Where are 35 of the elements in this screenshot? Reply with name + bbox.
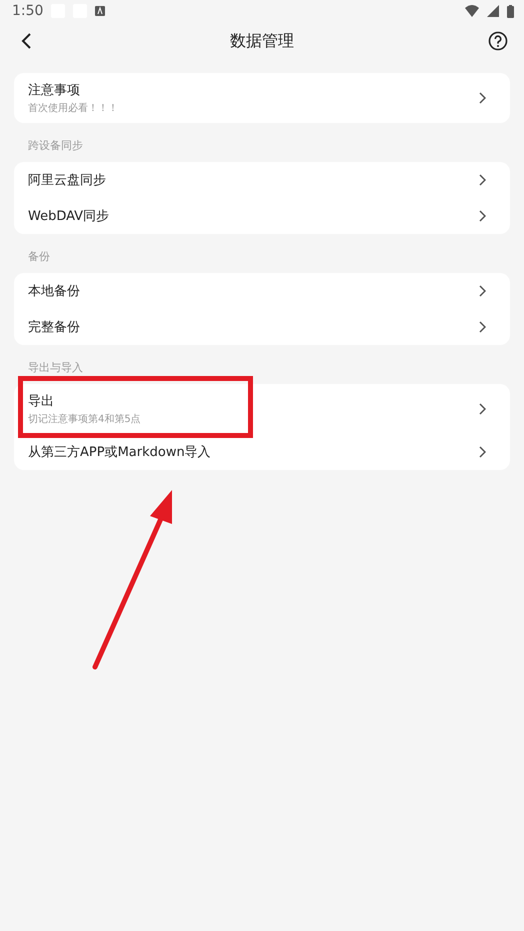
signal-icon [487, 5, 499, 17]
chevron-right-icon [478, 446, 486, 458]
help-icon [488, 31, 508, 51]
chevron-right-icon [478, 321, 486, 333]
item-title: 从第三方APP或Markdown导入 [28, 444, 212, 461]
settings-item[interactable]: 注意事项 首次使用必看！！！ [14, 73, 510, 123]
settings-item[interactable]: WebDAV同步 [14, 198, 510, 234]
settings-item[interactable]: 本地备份 [14, 273, 510, 309]
chevron-right-icon [478, 174, 486, 186]
settings-item[interactable]: 导出 切记注意事项第4和第5点 [14, 384, 510, 434]
item-subtitle: 首次使用必看！！！ [28, 102, 119, 115]
item-title: 阿里云盘同步 [28, 172, 107, 189]
item-title: 注意事项 [28, 82, 81, 99]
chevron-right-icon [478, 403, 486, 415]
item-title: 完整备份 [28, 319, 81, 336]
notification-icon [95, 6, 106, 16]
page-title: 数据管理 [229, 30, 295, 52]
status-time: 1:50 [12, 3, 44, 19]
chevron-right-icon [478, 92, 486, 104]
battery-icon [507, 4, 514, 18]
settings-item[interactable]: 完整备份 [14, 309, 510, 345]
section-label: 备份 [27, 249, 51, 265]
chevron-right-icon [478, 210, 486, 222]
item-title: 导出 [28, 393, 55, 410]
help-button[interactable] [486, 29, 510, 53]
chevron-right-icon [478, 285, 486, 297]
back-icon [20, 32, 32, 50]
settings-item[interactable]: 从第三方APP或Markdown导入 [14, 434, 510, 470]
settings-item[interactable]: 阿里云盘同步 [14, 162, 510, 198]
section-label: 跨设备同步 [27, 138, 84, 154]
wifi-icon [465, 5, 479, 17]
item-title: 本地备份 [28, 283, 81, 300]
section-label: 导出与导入 [27, 360, 84, 376]
item-subtitle: 切记注意事项第4和第5点 [28, 412, 142, 426]
item-title: WebDAV同步 [28, 208, 110, 225]
